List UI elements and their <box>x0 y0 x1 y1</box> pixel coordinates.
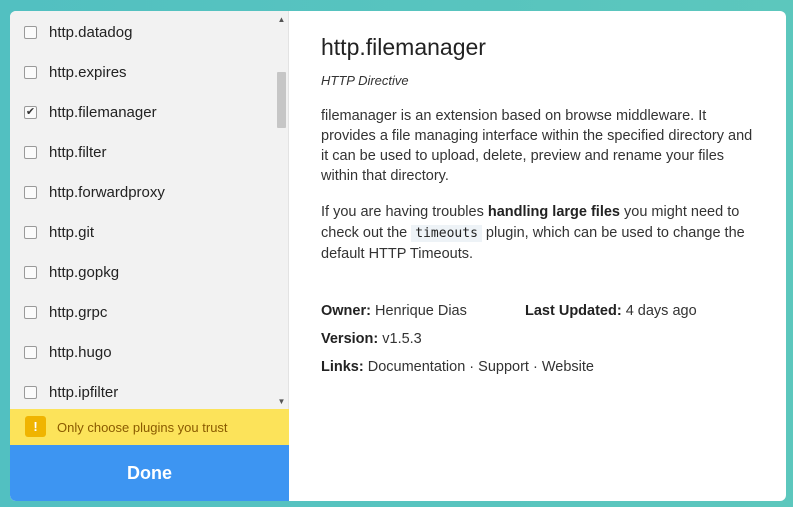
plugin-meta: Owner: Henrique Dias Last Updated: 4 day… <box>321 301 756 385</box>
checkbox[interactable] <box>24 65 37 79</box>
checkmark-icon: ✔ <box>25 105 36 118</box>
checkbox[interactable] <box>24 225 37 239</box>
plugin-description: filemanager is an extension based on bro… <box>321 108 753 184</box>
plugin-name: http.ipfilter <box>49 383 119 401</box>
checkbox[interactable] <box>24 345 37 359</box>
plugin-list[interactable]: http.datadog http.expires ✔ http.filemanage… <box>10 11 275 409</box>
plugin-name: http.gopkg <box>49 263 120 281</box>
checkbox[interactable] <box>24 25 37 39</box>
website-link[interactable]: Website <box>542 359 594 375</box>
plugin-item[interactable]: http.forwardproxy <box>10 172 275 212</box>
plugin-item[interactable]: ✔ http.filemanager <box>10 92 275 132</box>
plugin-item[interactable]: http.expires <box>10 52 275 92</box>
plugin-title: http.filemanager <box>321 34 486 60</box>
plugin-name: http.grpc <box>49 303 108 321</box>
scrollbar-thumb[interactable] <box>277 72 286 128</box>
plugin-name: http.filter <box>49 143 107 161</box>
scroll-down-icon[interactable]: ▼ <box>275 395 288 409</box>
plugin-item[interactable]: http.grpc <box>10 292 275 332</box>
checkbox-checked[interactable]: ✔ <box>24 105 37 119</box>
plugin-detail: http.filemanager HTTP Directive filemana… <box>289 11 786 501</box>
meta-row-version: Version: v1.5.3 <box>321 329 756 357</box>
links-label: Links: <box>321 358 364 375</box>
owner-label: Owner: <box>321 302 371 319</box>
timeouts-code: timeouts <box>411 224 482 242</box>
meta-row-owner: Owner: Henrique Dias Last Updated: 4 day… <box>321 301 756 329</box>
meta-row-links: Links: Documentation · Support · Website <box>321 357 756 385</box>
plugin-type: HTTP Directive <box>321 73 409 88</box>
plugin-note: If you are having troubles handling larg… <box>321 202 753 265</box>
plugin-name: http.expires <box>49 63 127 81</box>
documentation-link[interactable]: Documentation <box>368 359 466 375</box>
plugin-item[interactable]: http.gopkg <box>10 252 275 292</box>
plugin-sidebar: http.datadog http.expires ✔ http.filemanage… <box>10 11 289 501</box>
scroll-up-icon[interactable]: ▲ <box>275 13 288 27</box>
note-text-pre: If you are having troubles <box>321 204 488 220</box>
link-separator: · <box>465 358 479 375</box>
scrollbar[interactable]: ▲ ▼ <box>275 11 288 409</box>
checkbox[interactable] <box>24 385 37 399</box>
plugin-name: http.forwardproxy <box>49 183 165 201</box>
updated-value: 4 days ago <box>625 302 697 319</box>
owner-value: Henrique Dias <box>374 302 467 319</box>
plugin-item[interactable]: http.hugo <box>10 332 275 372</box>
updated-label: Last Updated: <box>525 302 622 319</box>
checkbox[interactable] <box>24 265 37 279</box>
plugin-item[interactable]: http.git <box>10 212 275 252</box>
done-button[interactable]: Done <box>10 445 289 501</box>
last-updated: Last Updated: 4 days ago <box>525 301 697 321</box>
checkbox[interactable] <box>24 145 37 159</box>
plugin-name: http.hugo <box>49 343 112 361</box>
warning-text: Only choose plugins you trust <box>57 419 228 435</box>
checkbox[interactable] <box>24 305 37 319</box>
plugin-item[interactable]: http.ipfilter <box>10 372 275 409</box>
plugin-name: http.datadog <box>49 23 133 41</box>
version-label: Version: <box>321 330 379 347</box>
checkbox[interactable] <box>24 185 37 199</box>
plugin-item[interactable]: http.datadog <box>10 12 275 52</box>
plugin-name: http.filemanager <box>49 103 157 121</box>
plugin-item[interactable]: http.filter <box>10 132 275 172</box>
trust-warning: ! Only choose plugins you trust <box>10 409 289 445</box>
support-link[interactable]: Support <box>478 359 529 375</box>
version-value: v1.5.3 <box>382 330 422 347</box>
note-bold: handling large files <box>487 204 620 220</box>
link-separator: · <box>528 358 542 375</box>
plugin-modal: http.datadog http.expires ✔ http.filemanage… <box>10 11 786 501</box>
plugin-name: http.git <box>49 223 95 241</box>
warning-icon: ! <box>25 416 46 437</box>
